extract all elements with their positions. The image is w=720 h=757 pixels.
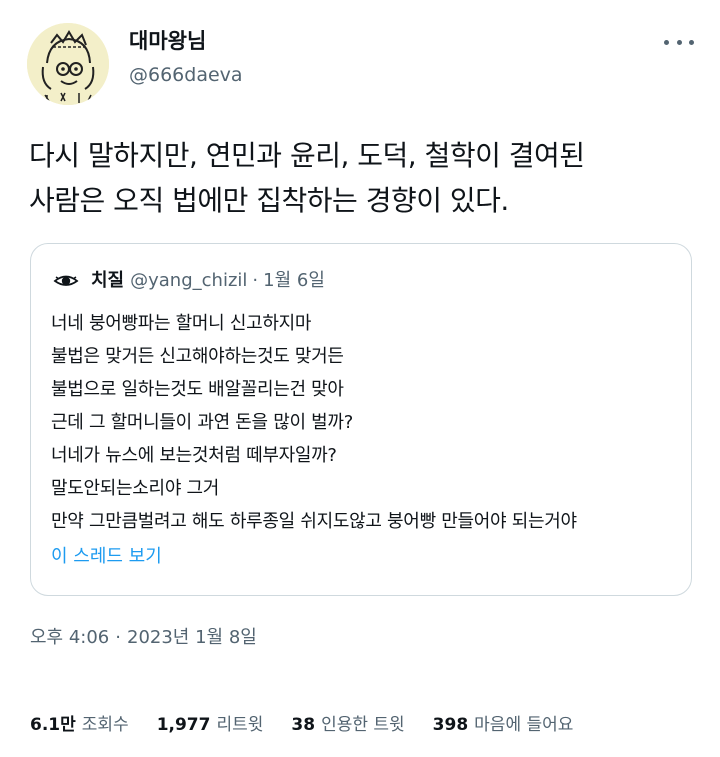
quoted-text-line: 근데 그 할머니들이 과연 돈을 많이 벌까? (51, 412, 353, 433)
tweet-text: 다시 말하지만, 연민과 윤리, 도덕, 철학이 결여된 사람은 오직 법에만 … (29, 133, 699, 223)
author-handle[interactable]: @666daeva (129, 63, 243, 87)
more-options-button[interactable] (664, 30, 694, 54)
author-display-name[interactable]: 대마왕님 (129, 28, 243, 54)
tweet-date: 2023년 1월 8일 (127, 627, 257, 648)
stat-label: 조회수 (81, 715, 129, 735)
quoted-text-line: 불법으로 일하는것도 배알꼴리는건 맞아 (51, 379, 344, 400)
avatar-illustration (27, 23, 109, 105)
quoted-text-line: 만약 그만큼벌려고 해도 하루종일 쉬지도않고 붕어빵 만들어야 되는거야 (51, 511, 577, 532)
quoted-tweet-text: 너네 붕어빵파는 할머니 신고하지마 불법은 맞거든 신고해야하는것도 맞거든 … (51, 307, 681, 538)
stat-label: 리트윗 (216, 715, 264, 735)
author-info: 대마왕님 @666daeva (129, 28, 243, 87)
quoted-text-line: 너네가 뉴스에 보는것처럼 떼부자일까? (51, 445, 337, 466)
tweet-time: 오후 4:06 (30, 627, 110, 648)
quoted-author-name: 치질 (91, 270, 125, 291)
tweet-stats: 6.1만 조회수 1,977 리트윗 38 인용한 트윗 398 마음에 들어요 (30, 713, 601, 737)
quoted-text-line: 불법은 맞거든 신고해야하는것도 맞거든 (51, 346, 344, 367)
stat-label: 인용한 트윗 (321, 715, 405, 735)
quoted-text-line: 너네 붕어빵파는 할머니 신고하지마 (51, 313, 312, 334)
tweet-text-line: 사람은 오직 법에만 집착하는 경향이 있다. (29, 184, 509, 217)
more-horizontal-icon (689, 39, 694, 45)
stat-views[interactable]: 6.1만 조회수 (30, 713, 129, 737)
author-avatar[interactable] (27, 23, 109, 105)
separator-dot: · (115, 627, 121, 648)
stat-label: 마음에 들어요 (474, 715, 574, 735)
stat-quote-tweets[interactable]: 38 인용한 트윗 (291, 713, 404, 737)
quoted-text-line: 말도안되는소리야 그거 (51, 478, 220, 499)
quoted-tweet-card[interactable]: 치질 @yang_chizil · 1월 6일 너네 붕어빵파는 할머니 신고하… (30, 243, 692, 596)
more-horizontal-icon (676, 39, 682, 45)
separator-dot: · (252, 270, 259, 291)
stat-value: 38 (291, 715, 316, 735)
stat-retweets[interactable]: 1,977 리트윗 (157, 713, 264, 737)
quoted-tweet-date: 1월 6일 (263, 270, 325, 291)
stat-value: 398 (432, 715, 469, 735)
stat-value: 1,977 (156, 715, 211, 735)
quoted-author-handle: @yang_chizil (130, 270, 248, 291)
quoted-tweet-header: 치질 @yang_chizil · 1월 6일 (53, 269, 325, 293)
show-thread-link[interactable]: 이 스레드 보기 (51, 544, 162, 570)
stat-likes[interactable]: 398 마음에 들어요 (433, 713, 574, 737)
tweet-text-line: 다시 말하지만, 연민과 윤리, 도덕, 철학이 결여된 (29, 139, 585, 172)
eye-avatar-icon[interactable] (53, 271, 79, 291)
more-horizontal-icon (664, 39, 669, 45)
stat-value: 6.1만 (30, 715, 76, 735)
tweet-timestamp[interactable]: 오후 4:06 · 2023년 1월 8일 (30, 625, 257, 651)
